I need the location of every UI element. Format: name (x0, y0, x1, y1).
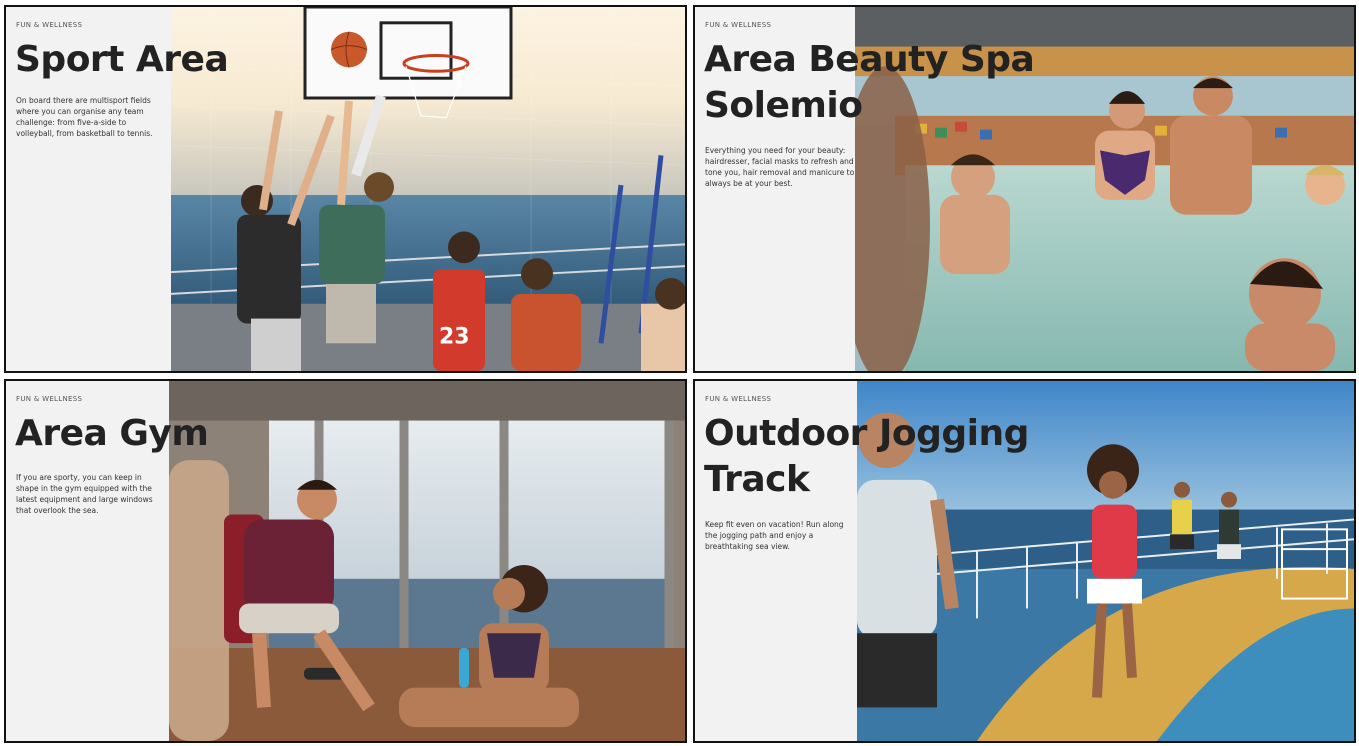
basketball-photo: 23 (171, 7, 685, 371)
card-description: Everything you need for your beauty: hai… (705, 146, 855, 188)
card-title: Area Gym (15, 411, 209, 457)
card-title: Outdoor Jogging Track (704, 411, 1029, 503)
category-label: FUN & WELLNESS (705, 21, 772, 29)
title-line: Solemio (704, 85, 863, 126)
card-title: Sport Area (15, 37, 229, 83)
category-label: FUN & WELLNESS (705, 395, 772, 403)
card-description: On board there are multisport fields whe… (16, 96, 153, 138)
beauty-spa-card[interactable]: FUN & WELLNESS Area Beauty Spa Solemio E… (693, 5, 1356, 373)
card-description: If you are sporty, you can keep in shape… (16, 473, 153, 515)
sport-area-card[interactable]: FUN & WELLNESS Sport Area On board there… (4, 5, 687, 373)
gym-card[interactable]: FUN & WELLNESS Area Gym If you are sport… (4, 379, 687, 743)
card-title: Area Beauty Spa Solemio (704, 37, 1035, 129)
title-line: Track (704, 459, 810, 500)
jogging-track-card[interactable]: FUN & WELLNESS Outdoor Jogging Track Kee… (693, 379, 1356, 743)
category-label: FUN & WELLNESS (16, 21, 83, 29)
title-line: Outdoor Jogging (704, 413, 1029, 454)
category-label: FUN & WELLNESS (16, 395, 83, 403)
title-line: Area Beauty Spa (704, 39, 1035, 80)
card-description: Keep fit even on vacation! Run along the… (705, 520, 844, 551)
jersey-number: 23 (439, 324, 470, 349)
gym-photo (169, 381, 685, 741)
title-line: Area Gym (15, 413, 209, 454)
title-line: Sport Area (15, 39, 229, 80)
